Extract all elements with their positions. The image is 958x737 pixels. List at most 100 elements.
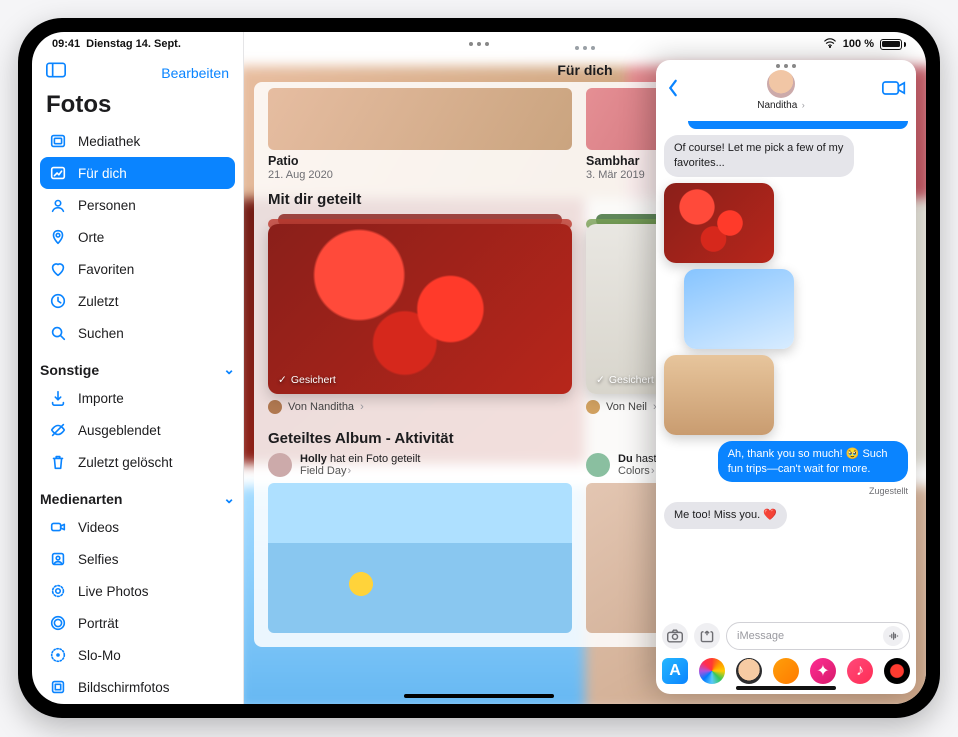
sidebar-item-label: Porträt xyxy=(78,616,119,631)
multitask-dots[interactable] xyxy=(469,42,489,46)
sidebar-item-screenrec[interactable]: Bildschirmaufnahmen xyxy=(40,703,235,704)
sidebar-item-people[interactable]: Personen xyxy=(40,189,235,221)
edit-button[interactable]: Bearbeiten xyxy=(161,65,229,81)
home-indicator[interactable] xyxy=(404,694,554,698)
heart-icon xyxy=(48,259,68,279)
sidebar-item-label: Für dich xyxy=(78,166,127,181)
sidebar-item-foryou[interactable]: Für dich xyxy=(40,157,235,189)
slideover-multitask-dots[interactable] xyxy=(656,60,916,68)
hidden-icon xyxy=(48,420,68,440)
sidebar-item-library[interactable]: Mediathek xyxy=(40,125,235,157)
section-other[interactable]: Sonstige ⌄ xyxy=(32,355,243,382)
sidebar-item-heart[interactable]: Favoriten xyxy=(40,253,235,285)
sidebar-item-label: Live Photos xyxy=(78,584,149,599)
sidebar-item-label: Zuletzt xyxy=(78,294,119,309)
avatar xyxy=(268,400,282,414)
sidebar-item-trash[interactable]: Zuletzt gelöscht xyxy=(40,446,235,478)
trash-icon xyxy=(48,452,68,472)
screenshot-icon xyxy=(48,677,68,697)
message-incoming[interactable]: Me too! Miss you. ❤️ xyxy=(664,502,787,529)
dictate-button[interactable] xyxy=(883,626,903,646)
sidebar-item-portrait[interactable]: Porträt xyxy=(40,607,235,639)
library-icon xyxy=(48,131,68,151)
sidebar-item-video[interactable]: Videos xyxy=(40,511,235,543)
message-image[interactable] xyxy=(664,183,774,263)
conversation-title[interactable]: Nanditha › xyxy=(757,70,805,111)
sidebar-item-screenshot[interactable]: Bildschirmfotos xyxy=(40,671,235,703)
sidebar-item-label: Suchen xyxy=(78,326,124,341)
sidebar-item-label: Personen xyxy=(78,198,136,213)
check-icon: ✓ xyxy=(596,374,605,386)
live-icon xyxy=(48,581,68,601)
app-store-app[interactable]: A xyxy=(662,658,688,684)
sidebar-item-search[interactable]: Suchen xyxy=(40,317,235,349)
messages-slideover: Nanditha › Of course! Let me pick a few … xyxy=(656,60,916,694)
chevron-right-icon: › xyxy=(348,465,352,477)
battery-icon xyxy=(880,39,906,50)
clock-icon xyxy=(48,291,68,311)
sidebar-item-pin[interactable]: Orte xyxy=(40,221,235,253)
memory-date: 21. Aug 2020 xyxy=(268,169,572,181)
saved-badge: ✓Gesichert xyxy=(278,374,336,386)
memory-thumb xyxy=(268,88,572,150)
message-incoming[interactable]: Of course! Let me pick a few of my favor… xyxy=(664,135,854,177)
slomo-icon xyxy=(48,645,68,665)
memory-title: Patio xyxy=(268,154,572,168)
sidebar-item-label: Selfies xyxy=(78,552,119,567)
status-date: Dienstag 14. Sept. xyxy=(86,38,181,50)
check-icon: ✓ xyxy=(278,374,287,386)
camera-button[interactable] xyxy=(662,623,688,649)
video-icon xyxy=(48,517,68,537)
section-media[interactable]: Medienarten ⌄ xyxy=(32,484,243,511)
chevron-right-icon: › xyxy=(360,401,364,413)
sidebar-toggle-icon[interactable] xyxy=(46,62,66,83)
foryou-icon xyxy=(48,163,68,183)
activity-photo[interactable] xyxy=(268,483,572,633)
input-placeholder: iMessage xyxy=(737,630,784,642)
sidebar-item-label: Favoriten xyxy=(78,262,134,277)
sticker-app[interactable] xyxy=(773,658,799,684)
chevron-right-icon: › xyxy=(651,465,655,477)
outgoing-tail xyxy=(688,121,908,129)
sidebar-item-label: Slo-Mo xyxy=(78,648,121,663)
message-image[interactable] xyxy=(664,355,774,435)
sidebar-item-label: Orte xyxy=(78,230,104,245)
activity-entry-holly[interactable]: Holly hat ein Foto geteilt Field Day › xyxy=(268,453,572,477)
message-input[interactable]: iMessage xyxy=(726,622,910,650)
sidebar-item-label: Importe xyxy=(78,391,124,406)
back-button[interactable] xyxy=(666,79,680,102)
sidebar-item-label: Videos xyxy=(78,520,119,535)
photos-app[interactable] xyxy=(699,658,725,684)
delivery-status: Zugestellt xyxy=(869,486,908,496)
chevron-down-icon: ⌄ xyxy=(223,361,235,378)
sidebar-item-selfie[interactable]: Selfies xyxy=(40,543,235,575)
sidebar-item-import[interactable]: Importe xyxy=(40,382,235,414)
memoji-app[interactable] xyxy=(736,658,762,684)
search-app[interactable]: ✦ xyxy=(810,658,836,684)
digital-touch-app[interactable] xyxy=(884,658,910,684)
music-app[interactable]: ♪ xyxy=(847,658,873,684)
shared-stack-nanditha[interactable]: ✓Gesichert Von Nanditha› xyxy=(268,214,572,414)
photos-sidebar: Bearbeiten Fotos MediathekFür dichPerson… xyxy=(32,32,244,704)
slideover-home-indicator[interactable] xyxy=(736,686,836,690)
avatar xyxy=(586,400,600,414)
sidebar-item-clock[interactable]: Zuletzt xyxy=(40,285,235,317)
sidebar-item-label: Zuletzt gelöscht xyxy=(78,455,173,470)
message-outgoing[interactable]: Ah, thank you so much! 🥹 Such fun trips—… xyxy=(718,441,908,483)
facetime-button[interactable] xyxy=(882,80,906,101)
selfie-icon xyxy=(48,549,68,569)
memory-card-patio[interactable]: Patio 21. Aug 2020 xyxy=(268,88,572,181)
people-icon xyxy=(48,195,68,215)
app-store-button[interactable] xyxy=(694,623,720,649)
search-icon xyxy=(48,323,68,343)
pin-icon xyxy=(48,227,68,247)
sidebar-item-live[interactable]: Live Photos xyxy=(40,575,235,607)
sidebar-item-hidden[interactable]: Ausgeblendet xyxy=(40,414,235,446)
portrait-icon xyxy=(48,613,68,633)
import-icon xyxy=(48,388,68,408)
shared-from[interactable]: Von Nanditha› xyxy=(268,400,572,414)
message-image[interactable] xyxy=(684,269,794,349)
sidebar-item-label: Bildschirmfotos xyxy=(78,680,170,695)
sidebar-item-slomo[interactable]: Slo-Mo xyxy=(40,639,235,671)
message-image-stack[interactable] xyxy=(664,183,794,435)
